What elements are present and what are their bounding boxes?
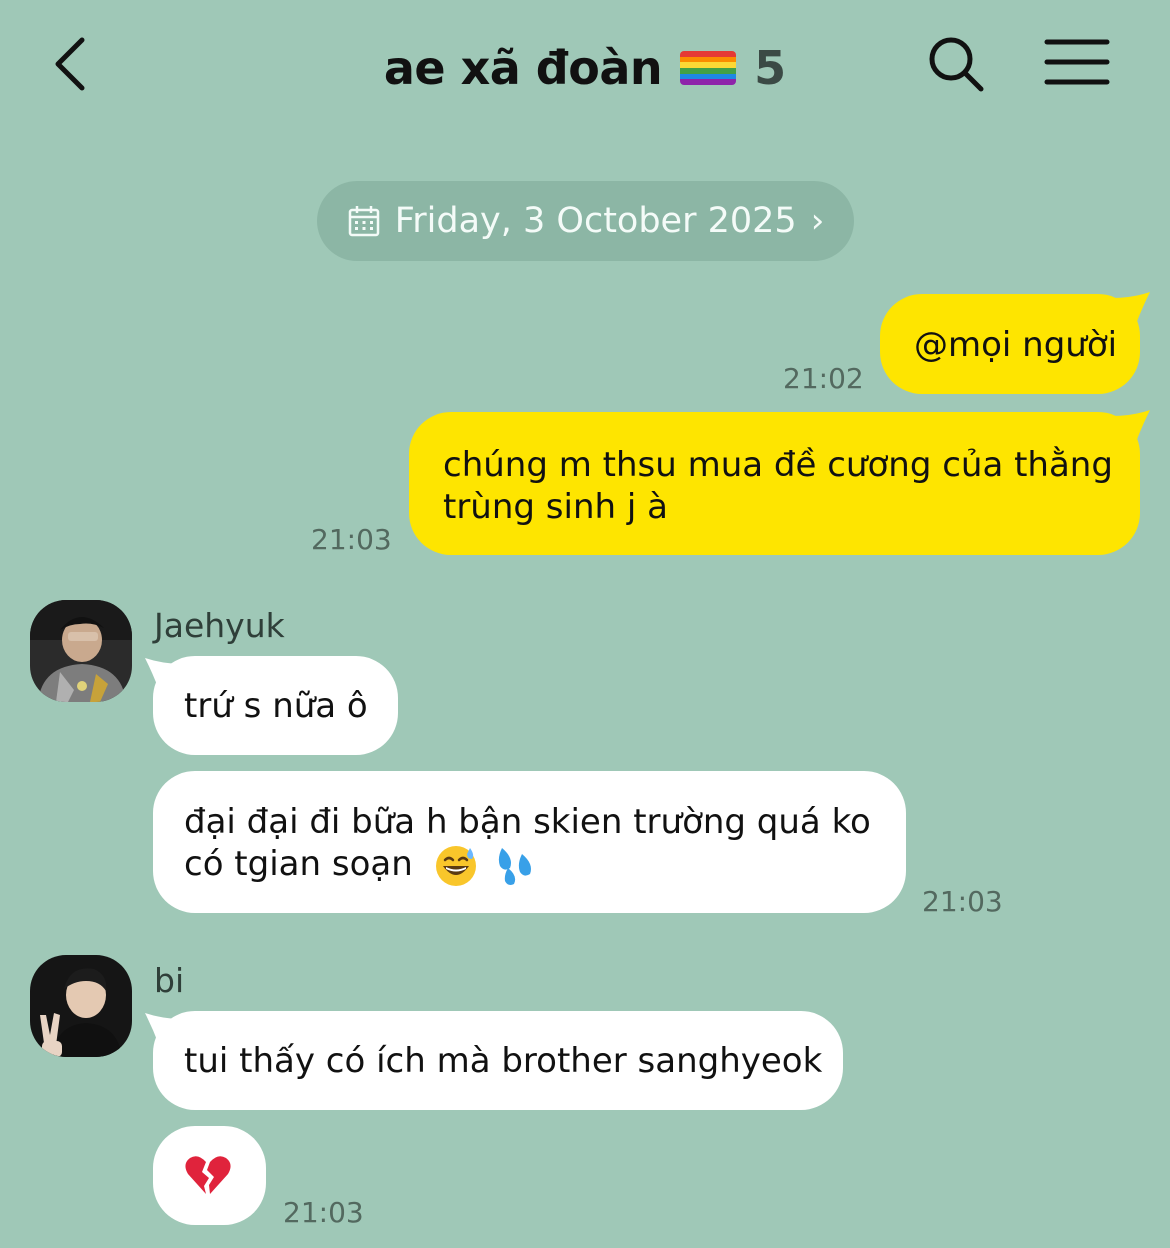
avatar-jaehyuk[interactable]: [30, 600, 132, 702]
chevron-left-icon: [55, 37, 85, 91]
date-label: Friday, 3 October 2025: [394, 201, 797, 241]
message-time: 21:03: [283, 1196, 364, 1229]
message-text-line: đại đại đi bữa h bận skien trường quá ko: [184, 802, 871, 842]
rainbow-flag-icon: [680, 51, 737, 85]
message-text: @mọi người: [914, 325, 1118, 365]
member-count: 5: [754, 41, 787, 95]
broken-heart-emoji: [185, 1156, 231, 1194]
sender-name: bi: [154, 961, 185, 1000]
search-icon: [929, 37, 984, 92]
message-text: trứ s nữa ô: [184, 686, 368, 726]
profile-photo-jaehyuk: [30, 600, 132, 702]
chevron-right-icon: ›: [810, 201, 825, 241]
message-text: tui thấy có ích mà brother sanghyeok: [184, 1041, 823, 1081]
calendar-icon: [348, 206, 379, 237]
my-message-bubble[interactable]: @mọi người: [880, 294, 1140, 394]
message-time: 21:02: [783, 362, 864, 395]
search-button[interactable]: [924, 32, 988, 96]
their-message-bubble[interactable]: trứ s nữa ô: [153, 656, 398, 755]
hamburger-menu-icon: [1044, 39, 1110, 85]
their-message-bubble[interactable]: tui thấy có ích mà brother sanghyeok: [153, 1011, 843, 1110]
message-time: 21:03: [311, 523, 392, 556]
their-message-bubble[interactable]: [153, 1126, 266, 1225]
bubble-tail: [1112, 410, 1150, 442]
back-button[interactable]: [44, 30, 104, 100]
their-message-bubble[interactable]: đại đại đi bữa h bận skien trường quá ko…: [153, 771, 906, 913]
sweat-droplets-emoji: [499, 847, 532, 885]
message-text: có tgian soạn: [184, 844, 413, 884]
menu-button[interactable]: [1042, 36, 1112, 92]
sender-name: Jaehyuk: [154, 606, 285, 645]
message-time: 21:03: [922, 885, 1003, 918]
chat-title: ae xã đoàn: [383, 41, 663, 95]
my-message-bubble[interactable]: chúng m thsu mua đề cương của thằng trùn…: [409, 412, 1140, 555]
message-text-line: có tgian soạn: [184, 843, 906, 888]
chat-header: ae xã đoàn 5: [0, 0, 1170, 135]
profile-photo-bi: [30, 955, 132, 1057]
date-divider[interactable]: Friday, 3 October 2025 ›: [317, 181, 854, 261]
message-text-line: chúng m thsu mua đề cương của thằng: [443, 445, 1113, 485]
avatar-bi[interactable]: [30, 955, 132, 1057]
message-text-line: trùng sinh j à: [443, 487, 668, 527]
chat-title-area[interactable]: ae xã đoàn 5: [230, 36, 940, 100]
bubble-tail: [1112, 292, 1150, 324]
grinning-sweat-emoji: [435, 845, 476, 886]
